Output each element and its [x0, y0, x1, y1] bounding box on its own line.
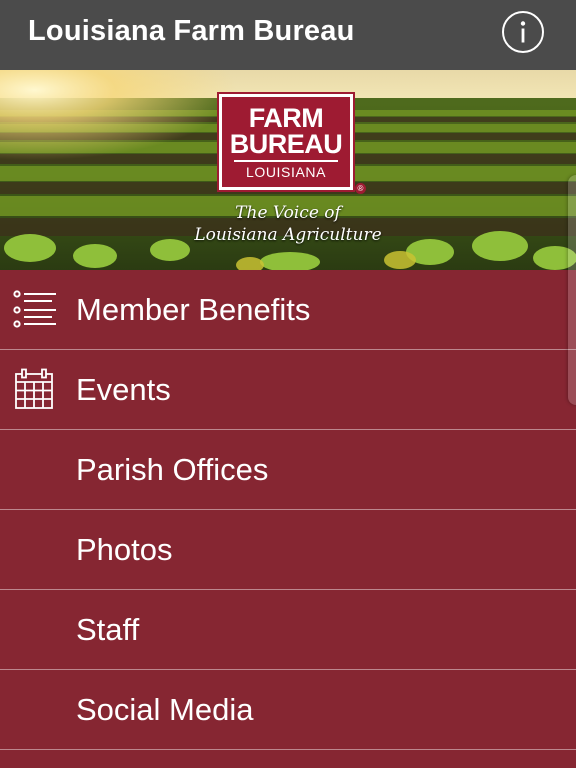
menu-item-label: Staff — [76, 612, 140, 647]
menu-item-events[interactable]: Events — [0, 350, 576, 430]
info-circle-icon — [502, 11, 544, 53]
app-title: Louisiana Farm Bureau — [28, 15, 355, 47]
menu-item-social-media[interactable]: Social Media — [0, 670, 576, 750]
farm-bureau-logo: FARM BUREAU LOUISIANA — [217, 92, 355, 192]
list-icon — [13, 290, 56, 328]
logo-line-farm: FARM — [248, 103, 324, 133]
tagline-line-2: Louisiana Agriculture — [194, 225, 382, 245]
menu-item-member-benefits[interactable]: Member Benefits — [0, 270, 576, 350]
logo-line-bureau: BUREAU — [229, 129, 343, 159]
menu-item-label: Social Media — [76, 692, 254, 727]
tagline: The Voice of Louisiana Agriculture — [188, 202, 388, 246]
logo-line-louisiana: LOUISIANA — [245, 164, 327, 180]
menu-item-label: Events — [76, 372, 171, 407]
menu-item-staff[interactable]: Staff — [0, 590, 576, 670]
tagline-line-1: The Voice of — [235, 203, 341, 223]
info-button[interactable] — [501, 10, 545, 54]
menu-item-photos[interactable]: Photos — [0, 510, 576, 590]
drawer-edge-handle[interactable] — [568, 175, 576, 405]
calendar-icon — [15, 368, 53, 409]
menu-item-label: Member Benefits — [76, 292, 311, 327]
logo-divider — [234, 160, 338, 162]
hero-banner: FARM BUREAU LOUISIANA ® The Voice of Lou… — [0, 70, 576, 270]
menu-item-parish-offices[interactable]: Parish Offices — [0, 430, 576, 510]
main-menu: Member Benefits Events Parish Offices Ph… — [0, 270, 576, 750]
app-bar: Louisiana Farm Bureau — [0, 0, 576, 70]
registered-mark: ® — [355, 183, 366, 194]
menu-item-label: Photos — [76, 532, 173, 567]
menu-item-label: Parish Offices — [76, 452, 269, 487]
